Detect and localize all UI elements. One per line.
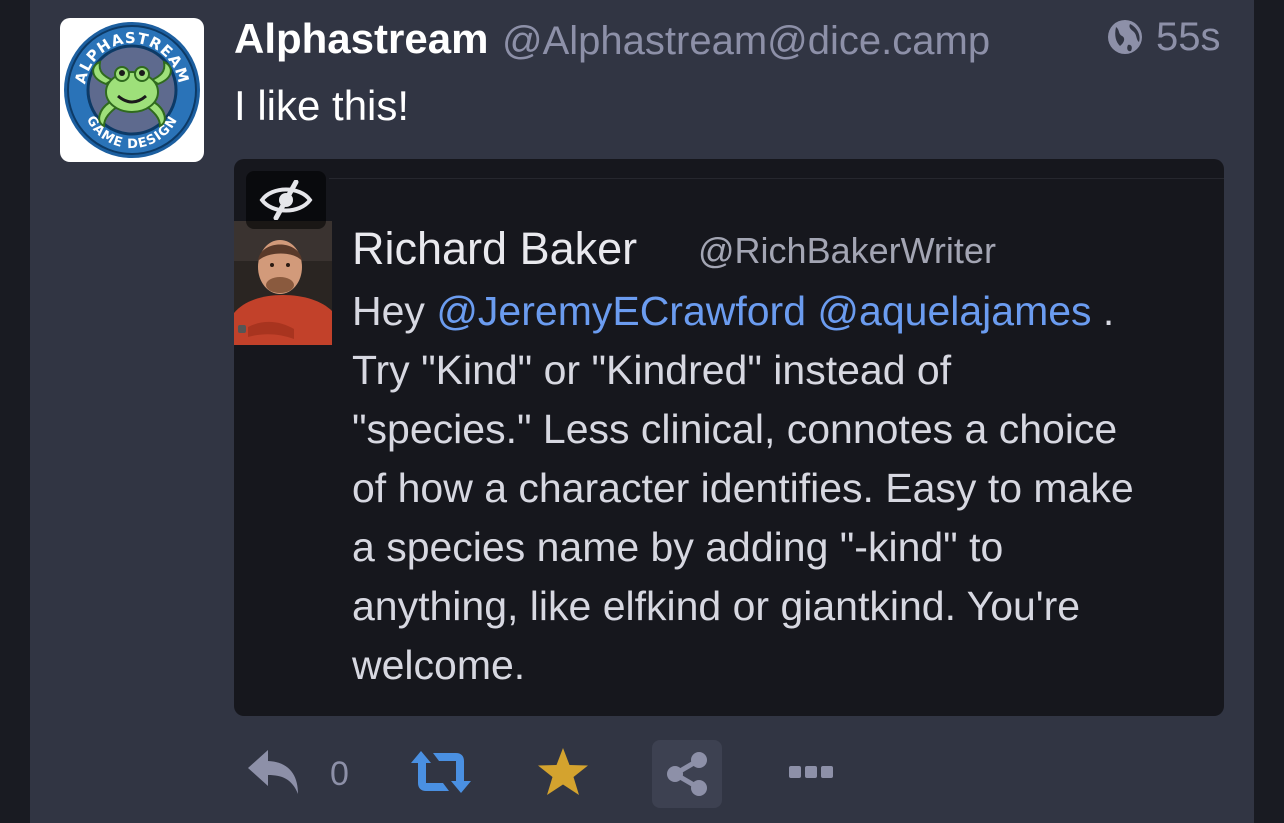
media-divider	[329, 178, 1224, 179]
share-button[interactable]	[652, 740, 722, 808]
reply-count: 0	[330, 755, 349, 793]
tweet-author-handle: @RichBakerWriter	[698, 230, 996, 271]
tweet-body: Hey @JeremyECrawford @aquelajames . Try …	[352, 282, 1224, 695]
tweet-line: of how a character identifies. Easy to m…	[352, 465, 1134, 511]
more-icon	[789, 766, 833, 778]
globe-icon	[1108, 20, 1142, 54]
relative-time[interactable]: 55s	[1156, 14, 1221, 60]
reply-button[interactable]	[244, 742, 306, 802]
visibility-and-time: 55s	[1106, 14, 1221, 60]
star-icon	[538, 748, 588, 795]
boost-icon	[411, 751, 471, 793]
tweet-text: .	[1091, 288, 1115, 334]
tweet-text: Hey	[352, 288, 437, 334]
status-content: I like this!	[234, 82, 410, 129]
page-background-right	[1254, 0, 1284, 823]
tweet-line: anything, like elfkind or giantkind. You…	[352, 583, 1081, 629]
mention-jeremyecrawford: @JeremyECrawford	[436, 288, 807, 334]
favourite-button[interactable]	[532, 742, 594, 802]
hide-media-button[interactable]	[246, 171, 326, 229]
display-name[interactable]: Alphastream	[234, 14, 488, 64]
page-background-left	[0, 0, 30, 823]
tweet-line: Try "Kind" or "Kindred" instead of	[352, 347, 952, 393]
account-avatar[interactable]: ALPHASTREAM GAME DESIGN	[60, 18, 204, 162]
tweet-author-photo	[234, 221, 332, 345]
boost-button[interactable]	[406, 742, 476, 802]
more-button[interactable]	[780, 744, 842, 800]
tweet-line: welcome.	[352, 642, 526, 688]
alphastream-logo: ALPHASTREAM GAME DESIGN	[64, 22, 200, 158]
mention-aquelajames: @aquelajames	[817, 288, 1092, 334]
tweet-author-name: Richard Baker	[352, 223, 638, 274]
tweet-line: a species name by adding "-kind" to	[352, 524, 1004, 570]
share-icon	[667, 752, 707, 796]
media-attachment[interactable]: Richard Baker @RichBakerWriter Hey @Jere…	[234, 159, 1224, 716]
tweet-line: "species." Less clinical, connotes a cho…	[352, 406, 1118, 452]
tweet-line: Hey @JeremyECrawford @aquelajames .	[352, 282, 1224, 341]
account-handle[interactable]: @Alphastream@dice.camp	[502, 16, 990, 66]
tweet-text	[806, 288, 817, 334]
status-action-bar: 0	[0, 730, 1284, 823]
reply-icon	[248, 750, 298, 794]
eye-slash-icon	[259, 180, 313, 220]
